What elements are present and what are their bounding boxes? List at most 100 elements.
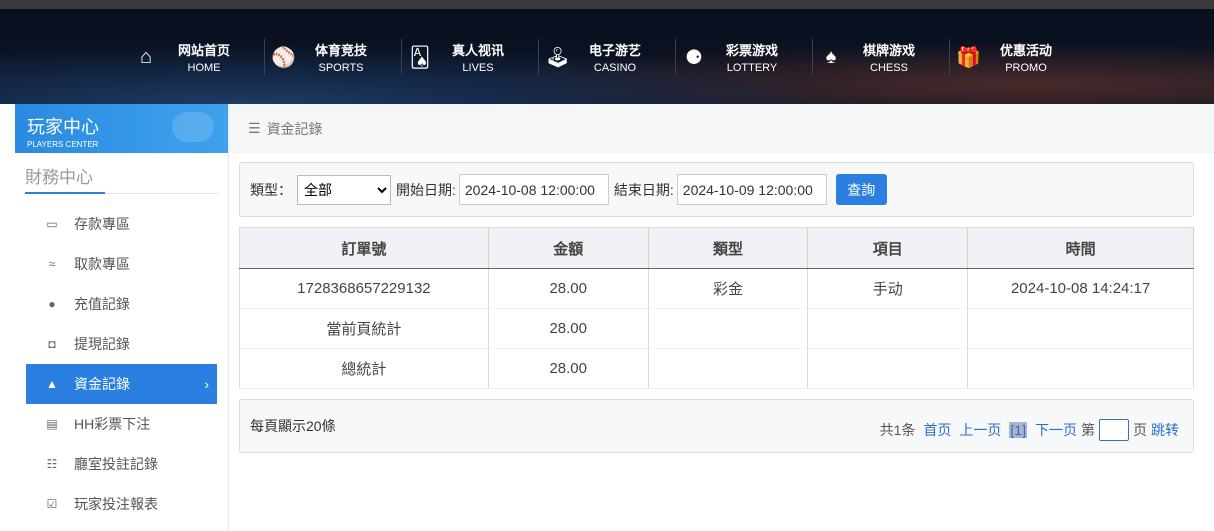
table-cell: 28.00 <box>488 268 649 309</box>
page-prefix: 第 <box>1081 422 1095 438</box>
breadcrumb-label: 資金記錄 <box>266 120 323 137</box>
sidebar-item-4[interactable]: ▲ 資金記錄 › <box>26 364 217 404</box>
nav-label: 优惠活动 PROMO <box>996 40 1056 74</box>
table-cell <box>967 308 1194 349</box>
page-suffix: 页 <box>1133 422 1147 438</box>
sidebar-item-label: 充值記錄 <box>74 296 130 312</box>
nav-label-en: SPORTS <box>318 62 364 74</box>
filter-bar: 類型： 全部 開始日期: 結束日期: 查詢 <box>239 162 1194 217</box>
nav-label: 体育竞技 SPORTS <box>311 40 371 74</box>
wallet-icon: ◘ <box>48 337 56 351</box>
nav-label-cn: 电子游艺 <box>588 43 641 58</box>
nav-label-cn: 彩票游戏 <box>725 43 778 58</box>
next-page-link[interactable]: 下一页 <box>1035 420 1077 440</box>
nav-label-en: LOTTERY <box>726 62 778 74</box>
table-cell: 當前頁統計 <box>239 308 489 349</box>
nav-label-en: LIVES <box>462 62 494 74</box>
chart-icon: ☑ <box>46 497 58 511</box>
table-cell <box>967 348 1194 389</box>
start-date-input[interactable] <box>458 174 609 205</box>
nav-lives[interactable]: 🂡 真人视讯 LIVES <box>402 39 539 75</box>
type-select[interactable]: 全部 <box>297 174 391 205</box>
table-cell: 1728368657229132 <box>239 268 489 309</box>
nav-home[interactable]: ⌂ 网站首页 HOME <box>128 39 265 75</box>
column-header: 訂單號 <box>239 227 489 269</box>
bank-icon: ▲ <box>46 377 58 391</box>
table-row: 當前頁統計 28.00 <box>239 308 1194 349</box>
sidebar-item-6[interactable]: ☷ 廳室投註記錄 <box>26 444 217 484</box>
table-cell: 28.00 <box>488 308 649 349</box>
nav-label: 棋牌游戏 CHESS <box>859 40 919 74</box>
nav-label-cn: 网站首页 <box>177 43 230 58</box>
nav-label-en: CASINO <box>593 62 637 74</box>
pager: 共1条 首页 上一页 [1] 下一页 第 页 跳转 <box>880 411 1183 441</box>
table-cell: 彩金 <box>648 268 809 309</box>
browser-strip <box>0 0 1214 9</box>
players-center-header: 玩家中心 PLAYERS CENTER <box>15 104 228 153</box>
nav-label-cn: 真人视讯 <box>451 43 504 58</box>
sidebar-item-label: 取款專區 <box>74 256 130 272</box>
main-content: ☰ 資金記錄 類型： 全部 開始日期: 結束日期: 查詢 訂單號金額類型項目時間… <box>229 104 1214 531</box>
per-page-text: 每頁顯示20條 <box>250 418 336 434</box>
total-count: 共1条 <box>879 422 916 438</box>
sidebar-item-3[interactable]: ◘ 提現記錄 <box>26 324 217 364</box>
type-label: 類型： <box>250 181 292 198</box>
breadcrumb: ☰ 資金記錄 <box>229 104 1214 153</box>
sidebar-item-label: 玩家投注報表 <box>74 496 158 512</box>
cash-hand-icon: ≈ <box>48 257 56 271</box>
gift-icon: 🎁 <box>956 46 981 69</box>
table-cell: 總統計 <box>239 348 489 389</box>
sidebar-item-1[interactable]: ≈ 取款專區 <box>26 244 217 284</box>
sidebar-menu: ▭ 存款專區 ≈ 取款專區 ● 充值記錄 ◘ 提現記錄 ▲ 資金記錄 › ▤ H… <box>15 204 228 524</box>
card-icon: ▭ <box>46 217 58 231</box>
sidebar-item-label: 資金記錄 <box>74 376 130 392</box>
nav-label-en: PROMO <box>1005 62 1047 74</box>
section-title: 財務中心 <box>25 163 218 194</box>
table-cell: 28.00 <box>488 348 649 389</box>
main-nav: ⌂ 网站首页 HOME ⚾ 体育竞技 SPORTS 🂡 真人视讯 LIVES 🕹 电子… <box>128 39 1087 75</box>
ball-icon: ⚾ <box>271 46 296 69</box>
sidebar: 玩家中心 PLAYERS CENTER 財務中心 ▭ 存款專區 ≈ 取款專區 ●… <box>15 104 229 531</box>
sidebar-item-label: 廳室投註記錄 <box>74 456 158 472</box>
site-header: ⌂ 网站首页 HOME ⚾ 体育竞技 SPORTS 🂡 真人视讯 LIVES 🕹 电子… <box>0 9 1214 104</box>
sidebar-item-label: HH彩票下注 <box>74 416 151 432</box>
nav-lottery[interactable]: ⚈ 彩票游戏 LOTTERY <box>676 39 813 75</box>
list-icon: ▤ <box>46 417 58 431</box>
menu-icon: ☰ <box>248 120 261 136</box>
first-page-link[interactable]: 首页 <box>923 420 951 440</box>
sidebar-item-label: 存款專區 <box>74 216 130 232</box>
table-cell <box>648 348 809 389</box>
column-header: 金額 <box>488 227 649 269</box>
nav-label-en: CHESS <box>870 62 908 74</box>
column-header: 項目 <box>807 227 969 269</box>
chevron-right-icon: › <box>204 376 209 392</box>
money-bag-icon: ● <box>48 297 56 311</box>
jump-link[interactable]: 跳转 <box>1151 420 1179 440</box>
lottery-balls-icon: ⚈ <box>685 46 703 69</box>
nav-label: 真人视讯 LIVES <box>448 40 508 74</box>
spade-icon: ♠ <box>825 45 837 68</box>
nav-promo[interactable]: 🎁 优惠活动 PROMO <box>950 39 1087 75</box>
pagination-bar: 每頁顯示20條 共1条 首页 上一页 [1] 下一页 第 页 跳转 <box>239 399 1194 453</box>
sidebar-item-2[interactable]: ● 充值記錄 <box>26 284 217 324</box>
nav-casino[interactable]: 🕹 电子游艺 CASINO <box>539 39 676 75</box>
column-header: 類型 <box>648 227 809 269</box>
nav-chess[interactable]: ♠ 棋牌游戏 CHESS <box>813 39 950 75</box>
prev-page-link[interactable]: 上一页 <box>959 420 1001 440</box>
table-cell: 2024-10-08 14:24:17 <box>967 268 1194 309</box>
home-icon: ⌂ <box>139 45 153 68</box>
query-button[interactable]: 查詢 <box>835 174 887 205</box>
nav-sports[interactable]: ⚾ 体育竞技 SPORTS <box>265 39 402 75</box>
current-page[interactable]: [1] <box>1009 422 1027 438</box>
sidebar-item-5[interactable]: ▤ HH彩票下注 <box>26 404 217 444</box>
joystick-icon: 🕹 <box>545 46 571 69</box>
page-jump-input[interactable] <box>1099 419 1129 441</box>
nav-label-cn: 棋牌游戏 <box>862 43 915 58</box>
end-date-input[interactable] <box>676 174 827 205</box>
table-cell <box>807 308 969 349</box>
sidebar-item-0[interactable]: ▭ 存款專區 <box>26 204 217 244</box>
table-cell <box>807 348 969 389</box>
gamepad-icon <box>172 112 214 142</box>
records-table: 訂單號 金額 類型 項目 時間 1728368657229132 28.00 彩金 手动 202… <box>239 227 1194 389</box>
sidebar-item-7[interactable]: ☑ 玩家投注報表 <box>26 484 217 524</box>
